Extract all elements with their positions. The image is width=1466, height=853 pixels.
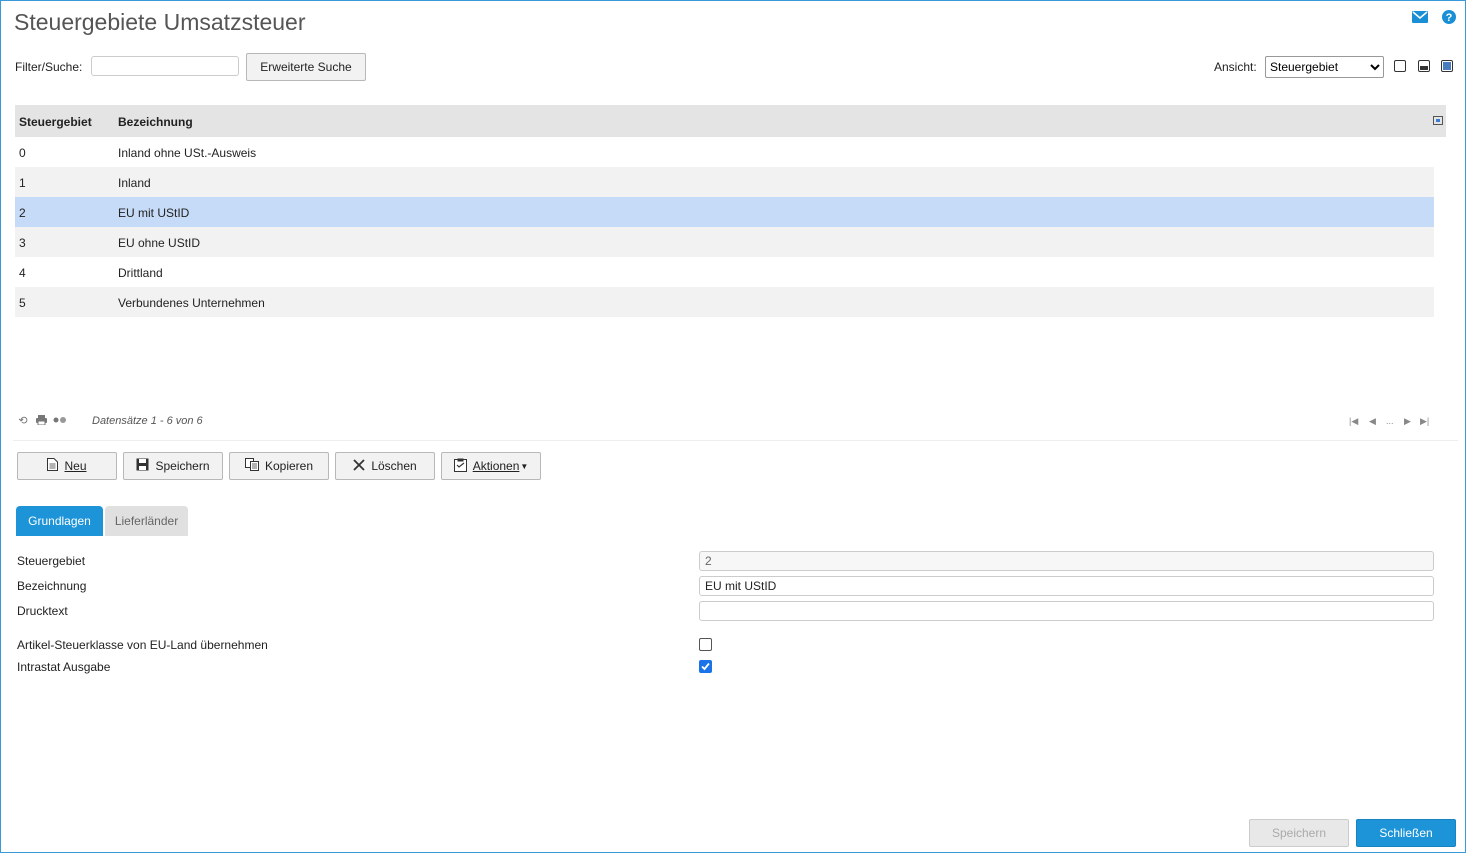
- copy-label: Kopieren: [264, 459, 314, 473]
- row-name: EU ohne UStID: [118, 236, 201, 250]
- table-row-selected[interactable]: 2 EU mit UStID: [15, 197, 1434, 227]
- page-ellipsis: ...: [1386, 416, 1394, 426]
- bottom-save-button[interactable]: Speichern: [1249, 819, 1349, 847]
- column-settings-icon[interactable]: [1433, 116, 1443, 125]
- drucktext-field[interactable]: [699, 601, 1434, 621]
- actions-dropdown-button[interactable]: Aktionen ▼: [441, 452, 541, 480]
- close-button[interactable]: Schließen: [1356, 819, 1456, 847]
- row-code: 5: [19, 296, 26, 310]
- bezeichnung-field[interactable]: [699, 576, 1434, 596]
- steuergebiet-label: Steuergebiet: [17, 554, 86, 568]
- row-name: EU mit UStID: [118, 206, 190, 220]
- artikel-steuerklasse-checkbox[interactable]: [699, 638, 712, 651]
- drucktext-label: Drucktext: [17, 604, 68, 618]
- row-name: Inland: [118, 176, 151, 190]
- page-title: Steuergebiete Umsatzsteuer: [14, 9, 306, 35]
- layout-split-icon[interactable]: [1418, 60, 1430, 72]
- bezeichnung-label: Bezeichnung: [17, 579, 87, 593]
- divider: [13, 440, 1458, 441]
- filter-label: Filter/Suche:: [15, 60, 83, 74]
- row-code: 2: [19, 206, 26, 220]
- copy-button[interactable]: Kopieren: [229, 452, 329, 480]
- column-header-bezeichnung[interactable]: Bezeichnung: [118, 115, 193, 129]
- intrastat-label: Intrastat Ausgabe: [17, 660, 111, 674]
- view-label: Ansicht:: [1214, 60, 1257, 74]
- caret-down-icon: ▼: [520, 461, 529, 471]
- actions-label: Aktionen: [472, 459, 520, 473]
- table-row[interactable]: 4 Drittland: [15, 257, 1434, 287]
- delete-button[interactable]: Löschen: [335, 452, 435, 480]
- row-code: 4: [19, 266, 26, 280]
- layout-single-icon[interactable]: [1394, 60, 1406, 72]
- new-button[interactable]: Neu: [17, 452, 117, 480]
- print-icon[interactable]: [35, 415, 47, 427]
- next-page-icon[interactable]: ▶: [1404, 416, 1411, 427]
- row-code: 1: [19, 176, 26, 190]
- record-count: Datensätze 1 - 6 von 6: [92, 415, 203, 427]
- row-name: Inland ohne USt.-Ausweis: [118, 146, 257, 160]
- table-row[interactable]: 3 EU ohne UStID: [15, 227, 1434, 257]
- row-name: Verbundenes Unternehmen: [118, 296, 265, 310]
- delete-label: Löschen: [371, 459, 417, 473]
- refresh-icon[interactable]: ⟲: [17, 415, 29, 427]
- clipboard-icon: [453, 458, 467, 475]
- new-label: Neu: [64, 459, 87, 473]
- table-row[interactable]: 5 Verbundenes Unternehmen: [15, 287, 1434, 317]
- column-header-steuergebiet[interactable]: Steuergebiet: [19, 115, 92, 129]
- tab-lieferlaender[interactable]: Lieferländer: [105, 506, 188, 536]
- close-x-icon: [353, 458, 365, 474]
- table-row[interactable]: 0 Inland ohne USt.-Ausweis: [15, 137, 1434, 167]
- document-icon: [47, 458, 59, 474]
- prev-page-icon[interactable]: ◀: [1369, 416, 1376, 427]
- artikel-steuerklasse-label: Artikel-Steuerklasse von EU-Land überneh…: [17, 638, 268, 652]
- tab-grundlagen[interactable]: Grundlagen: [16, 506, 103, 536]
- svg-text:?: ?: [1446, 12, 1453, 24]
- layout-full-icon[interactable]: [1441, 60, 1453, 72]
- row-name: Drittland: [118, 266, 163, 280]
- steuergebiet-field[interactable]: [699, 551, 1434, 571]
- row-code: 3: [19, 236, 26, 250]
- intrastat-checkbox[interactable]: [699, 660, 712, 673]
- settings-dots-icon[interactable]: [53, 415, 67, 427]
- help-icon[interactable]: ?: [1440, 8, 1458, 26]
- copy-icon: [244, 458, 259, 474]
- advanced-search-button[interactable]: Erweiterte Suche: [246, 53, 366, 81]
- row-code: 0: [19, 146, 26, 160]
- mail-icon[interactable]: [1411, 8, 1429, 26]
- filter-search-input[interactable]: [91, 56, 239, 76]
- table-row[interactable]: 1 Inland: [15, 167, 1434, 197]
- first-page-icon[interactable]: |◀: [1349, 416, 1358, 427]
- grid-header: Steuergebiet Bezeichnung: [15, 105, 1446, 137]
- last-page-icon[interactable]: ▶|: [1420, 416, 1429, 427]
- floppy-disk-icon: [136, 458, 149, 474]
- view-select[interactable]: Steuergebiet: [1265, 56, 1384, 78]
- save-label: Speichern: [155, 459, 210, 473]
- save-button[interactable]: Speichern: [123, 452, 223, 480]
